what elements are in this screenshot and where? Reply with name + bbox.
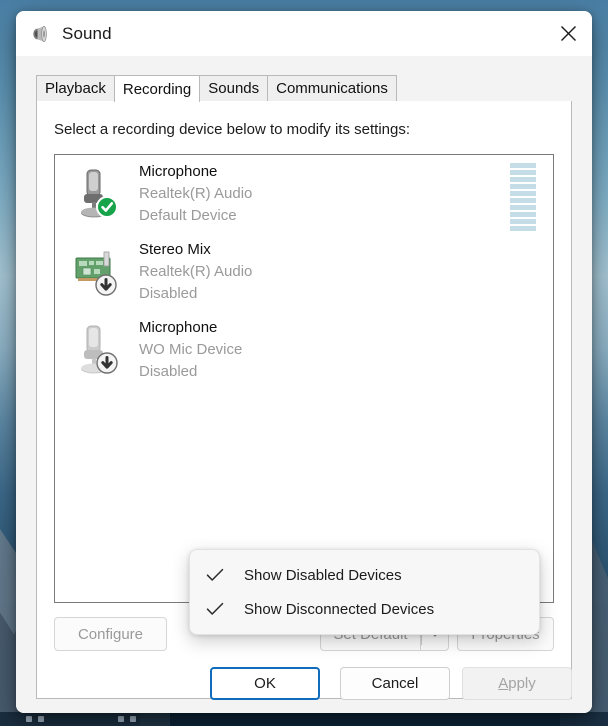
meter-segment (510, 219, 536, 224)
configure-button[interactable]: Configure (54, 617, 167, 651)
meter-segment (510, 191, 536, 196)
apply-button[interactable]: Apply (462, 667, 572, 700)
dialog-body: Playback Recording Sounds Communications… (16, 56, 592, 713)
device-status: Disabled (139, 361, 242, 383)
device-driver: Realtek(R) Audio (139, 183, 252, 205)
checkmark-icon (206, 568, 244, 582)
speaker-icon (30, 24, 50, 44)
ok-button[interactable]: OK (210, 667, 320, 700)
sound-dialog: Sound Playback Recording Sounds Communic… (16, 11, 592, 713)
taskbar-icon[interactable] (118, 716, 124, 722)
menu-item-show-disconnected-devices[interactable]: Show Disconnected Devices (190, 592, 539, 626)
meter-segment (510, 170, 536, 175)
cancel-button[interactable]: Cancel (340, 667, 450, 700)
checkmark-icon (206, 602, 244, 616)
tab-strip: Playback Recording Sounds Communications (36, 75, 572, 102)
device-status: Disabled (139, 283, 252, 305)
device-status: Default Device (139, 205, 252, 227)
device-info: Stereo Mix Realtek(R) Audio Disabled (139, 239, 252, 305)
device-list-item[interactable]: Microphone WO Mic Device Disabled (55, 311, 553, 389)
title-bar: Sound (16, 11, 592, 56)
close-icon[interactable] (544, 11, 592, 56)
device-info: Microphone Realtek(R) Audio Default Devi… (139, 161, 252, 227)
microphone-icon (73, 322, 121, 378)
tab-communications[interactable]: Communications (267, 75, 397, 101)
device-list-item[interactable]: Stereo Mix Realtek(R) Audio Disabled (55, 233, 553, 311)
microphone-icon (73, 166, 121, 222)
sound-card-icon (73, 244, 121, 300)
menu-item-label: Show Disconnected Devices (244, 601, 434, 618)
meter-segment (510, 226, 536, 231)
device-list-item[interactable]: Microphone Realtek(R) Audio Default Devi… (55, 155, 553, 233)
tab-playback[interactable]: Playback (36, 75, 115, 101)
dialog-footer: OK Cancel Apply (16, 667, 572, 703)
meter-segment (510, 163, 536, 168)
apply-label-rest: pply (508, 675, 536, 692)
tab-recording[interactable]: Recording (114, 75, 200, 102)
meter-segment (510, 212, 536, 217)
instruction-text: Select a recording device below to modif… (54, 121, 410, 138)
device-name: Stereo Mix (139, 239, 252, 261)
device-list-context-menu: Show Disabled Devices Show Disconnected … (189, 549, 540, 635)
device-info: Microphone WO Mic Device Disabled (139, 317, 242, 383)
taskbar-icon[interactable] (38, 716, 44, 722)
meter-segment (510, 198, 536, 203)
taskbar-icon[interactable] (26, 716, 32, 722)
volume-meter (510, 163, 536, 231)
meter-segment (510, 184, 536, 189)
meter-segment (510, 205, 536, 210)
recording-tab-page: Select a recording device below to modif… (36, 101, 572, 699)
device-name: Microphone (139, 161, 252, 183)
device-driver: WO Mic Device (139, 339, 242, 361)
device-name: Microphone (139, 317, 242, 339)
meter-segment (510, 177, 536, 182)
menu-item-show-disabled-devices[interactable]: Show Disabled Devices (190, 558, 539, 592)
menu-item-label: Show Disabled Devices (244, 567, 402, 584)
tab-sounds[interactable]: Sounds (199, 75, 268, 101)
device-driver: Realtek(R) Audio (139, 261, 252, 283)
recording-device-list[interactable]: Microphone Realtek(R) Audio Default Devi… (54, 154, 554, 603)
taskbar-icon[interactable] (130, 716, 136, 722)
apply-accelerator: A (498, 675, 508, 692)
taskbar[interactable] (0, 712, 608, 726)
window-title: Sound (62, 24, 112, 44)
